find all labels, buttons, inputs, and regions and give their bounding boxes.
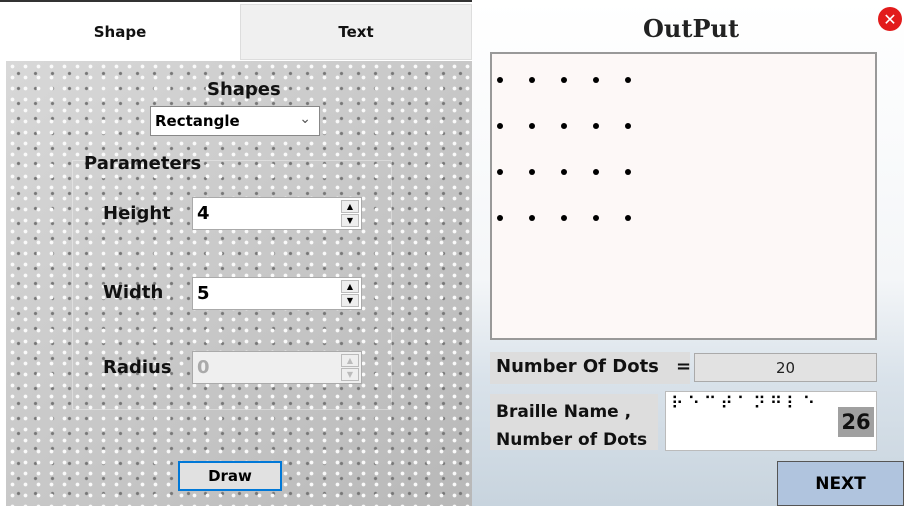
output-dot xyxy=(497,169,503,175)
output-dot xyxy=(625,215,631,221)
number-of-dots-label: Number Of Dots xyxy=(496,356,659,377)
shapes-label: Shapes xyxy=(207,79,281,100)
braille-dot-count: 26 xyxy=(838,407,874,437)
output-dot xyxy=(561,123,567,129)
up-arrow-icon[interactable]: ▲ xyxy=(341,200,359,213)
radius-value: 0 xyxy=(197,357,210,378)
width-label: Width xyxy=(103,282,164,303)
output-dot xyxy=(561,77,567,83)
output-dot xyxy=(497,215,503,221)
chevron-down-icon: ⌄ xyxy=(299,111,311,127)
tab-shape[interactable]: Shape xyxy=(0,4,240,60)
output-canvas xyxy=(490,52,877,340)
up-arrow-icon[interactable]: ▲ xyxy=(341,280,359,293)
draw-button[interactable]: Draw xyxy=(178,461,282,491)
next-button[interactable]: NEXT xyxy=(777,461,904,506)
output-dot xyxy=(529,123,535,129)
radius-label: Radius xyxy=(103,357,172,378)
output-dot xyxy=(593,215,599,221)
shape-select-value: Rectangle xyxy=(155,112,240,130)
output-dot xyxy=(593,123,599,129)
braille-label-line1: Braille Name , xyxy=(496,402,632,422)
number-of-dots-field: 20 xyxy=(694,353,877,382)
braille-label-line2: Number of Dots xyxy=(496,430,648,450)
output-dot xyxy=(593,77,599,83)
output-title: OutPut xyxy=(643,14,740,43)
height-label: Height xyxy=(103,203,171,224)
output-dot xyxy=(625,169,631,175)
up-arrow-icon: ▲ xyxy=(341,354,359,367)
radius-stepper: 0 ▲ ▼ xyxy=(192,351,362,384)
output-dot xyxy=(625,123,631,129)
width-value: 5 xyxy=(197,283,210,304)
height-value: 4 xyxy=(197,203,210,224)
down-arrow-icon: ▼ xyxy=(341,368,359,381)
down-arrow-icon[interactable]: ▼ xyxy=(341,294,359,307)
output-dot xyxy=(497,77,503,83)
parameters-label: Parameters xyxy=(84,153,202,174)
equals-sign: = xyxy=(676,356,692,377)
output-dot xyxy=(593,169,599,175)
output-dot xyxy=(625,77,631,83)
output-dot xyxy=(497,123,503,129)
close-icon[interactable]: ✕ xyxy=(878,7,902,31)
tab-bar: Shape Text xyxy=(0,0,472,60)
shape-select[interactable]: Rectangle ⌄ xyxy=(150,106,320,136)
output-dot xyxy=(561,169,567,175)
tab-text[interactable]: Text xyxy=(240,4,472,60)
width-stepper[interactable]: 5 ▲ ▼ xyxy=(192,277,362,310)
output-dot xyxy=(561,215,567,221)
braille-label-box: Braille Name , Number of Dots xyxy=(490,394,658,450)
output-dot xyxy=(529,169,535,175)
output-dot xyxy=(529,77,535,83)
output-dot xyxy=(529,215,535,221)
number-of-dots-label-box: Number Of Dots = xyxy=(490,352,692,384)
height-stepper[interactable]: 4 ▲ ▼ xyxy=(192,197,362,230)
down-arrow-icon[interactable]: ▼ xyxy=(341,214,359,227)
